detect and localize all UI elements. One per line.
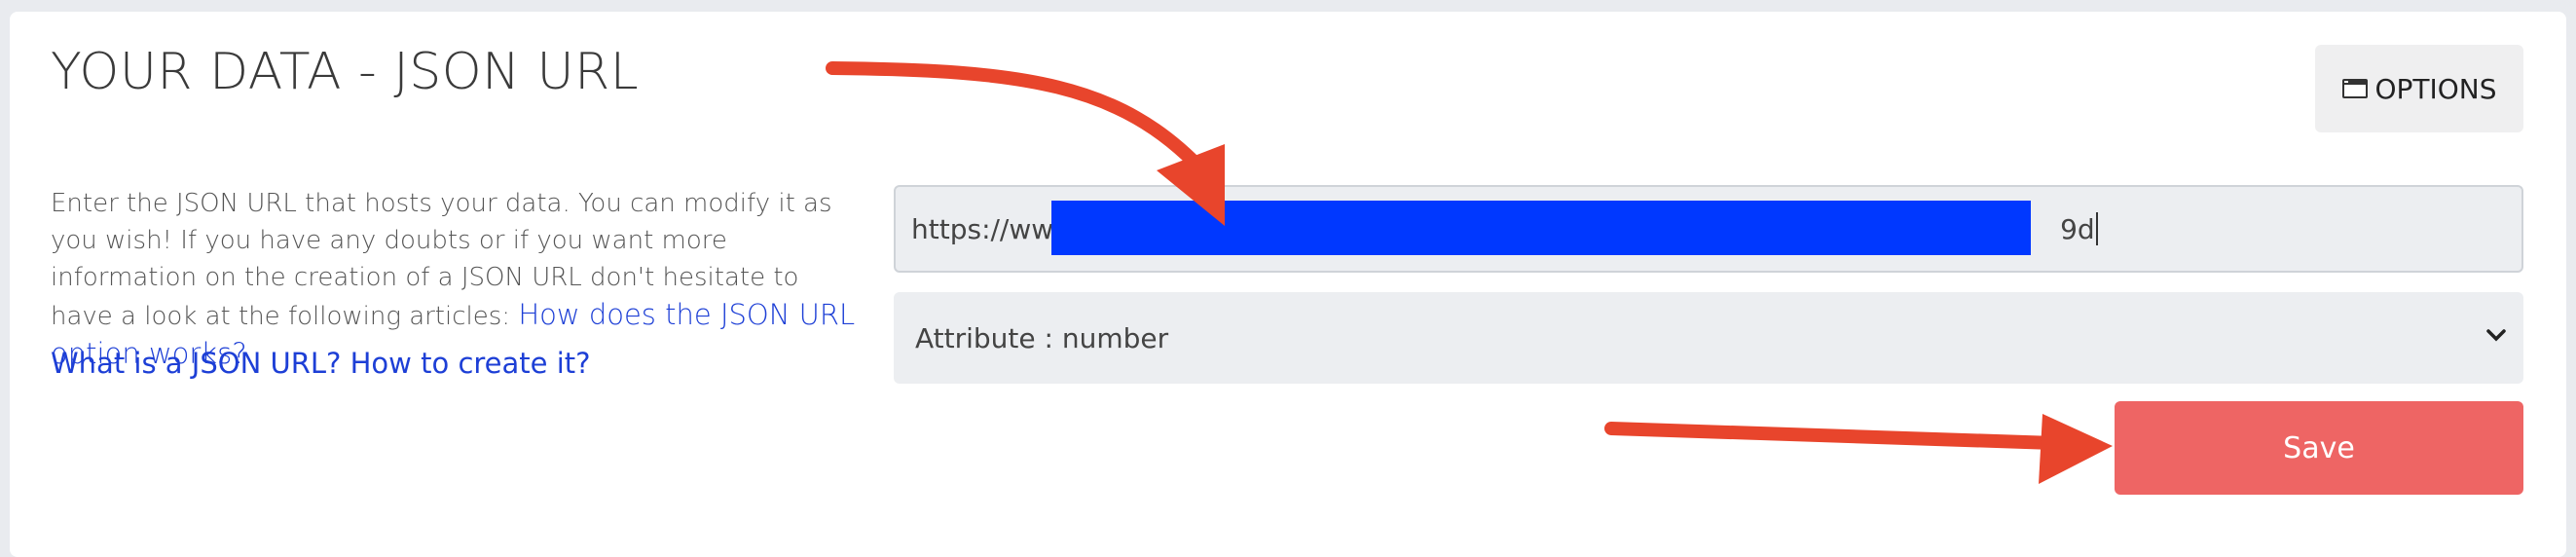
text-cursor <box>2095 212 2098 245</box>
options-label: OPTIONS <box>2374 72 2497 105</box>
attribute-select[interactable]: Attribute : number <box>894 292 2523 384</box>
save-button[interactable]: Save <box>2115 401 2523 495</box>
link-what-is-json-url[interactable]: What is a JSON URL? How to create it? <box>51 347 591 380</box>
redaction-bar <box>1051 201 2031 255</box>
chevron-down-icon <box>2486 329 2506 342</box>
options-button[interactable]: OPTIONS <box>2315 45 2523 132</box>
description-text: Enter the JSON URL that hosts your data.… <box>51 185 859 374</box>
window-icon <box>2342 79 2369 98</box>
url-suffix-text: 9d <box>2060 212 2095 245</box>
attribute-select-value: Attribute : number <box>915 321 1169 354</box>
page-title: YOUR DATA - JSON URL <box>51 43 640 101</box>
